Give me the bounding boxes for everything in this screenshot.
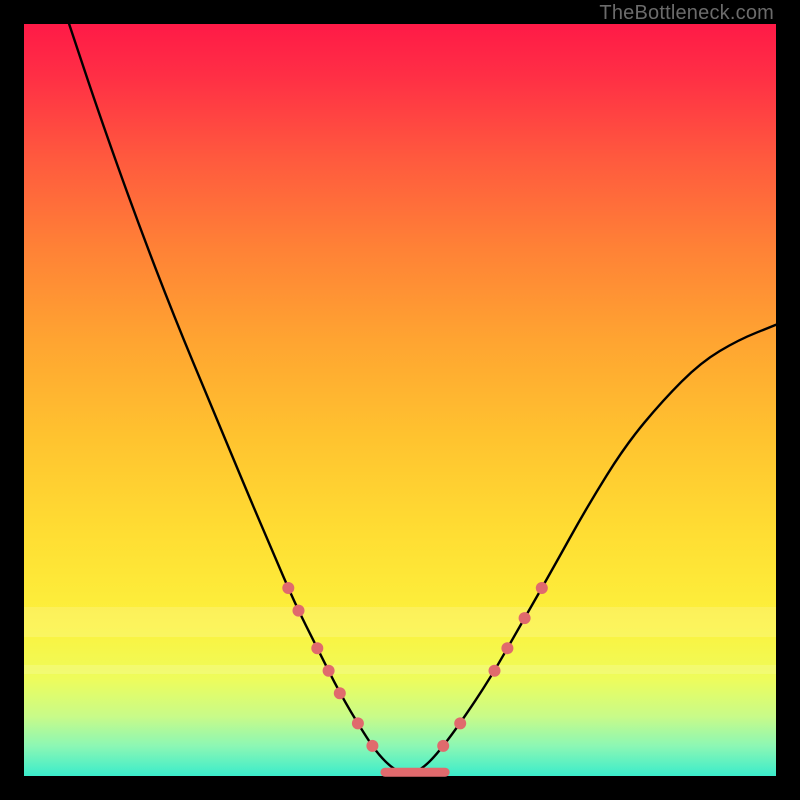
curve-marker [501,642,513,654]
watermark-text: TheBottleneck.com [599,2,774,25]
curve-marker [489,665,501,677]
curve-layer [24,24,776,776]
curve-marker [323,665,335,677]
curve-markers-group [282,582,548,752]
bottleneck-curve [69,24,776,774]
curve-marker [352,717,364,729]
curve-marker [536,582,548,594]
curve-marker [311,642,323,654]
curve-marker [454,717,466,729]
chart-area [24,24,776,776]
curve-marker [366,740,378,752]
curve-marker [282,582,294,594]
curve-marker [519,612,531,624]
curve-marker [334,687,346,699]
curve-marker [293,605,305,617]
curve-marker [437,740,449,752]
